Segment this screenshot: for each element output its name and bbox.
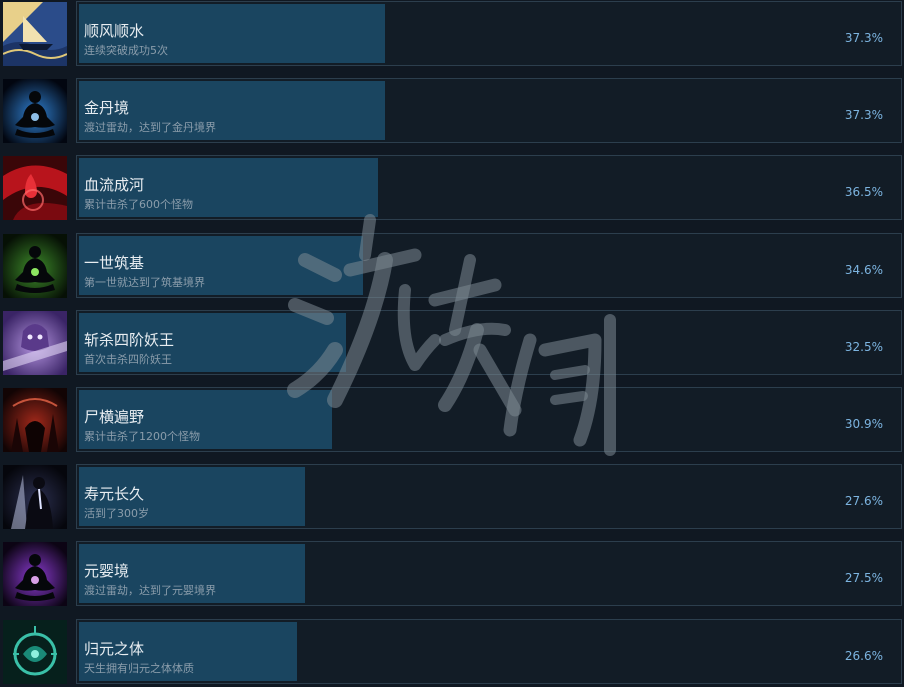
ship-waves-icon bbox=[3, 2, 67, 66]
achievement-row[interactable]: 寿元长久活到了300岁 27.6% bbox=[0, 463, 904, 531]
achievement-title: 寿元长久 bbox=[84, 485, 145, 503]
achievement-description: 首次击杀四阶妖王 bbox=[84, 353, 172, 366]
meditating-figure-green-aura-icon bbox=[3, 234, 67, 298]
achievement-description: 渡过雷劫，达到了元婴境界 bbox=[84, 584, 216, 597]
achievement-description: 第一世就达到了筑基境界 bbox=[84, 276, 205, 289]
achievement-title: 尸横遍野 bbox=[84, 408, 145, 426]
achievement-title: 归元之体 bbox=[84, 640, 145, 658]
unlock-percentage: 27.5% bbox=[844, 571, 883, 585]
achievement-title: 一世筑基 bbox=[84, 254, 145, 272]
blood-drop-icon bbox=[3, 156, 67, 220]
achievement-panel: 血流成河累计击杀了600个怪物 36.5% bbox=[76, 155, 902, 220]
achievement-title: 元婴境 bbox=[84, 562, 130, 580]
achievement-description: 活到了300岁 bbox=[84, 507, 149, 520]
unlock-percentage: 30.9% bbox=[844, 417, 883, 431]
achievement-panel: 斩杀四阶妖王首次击杀四阶妖王 32.5% bbox=[76, 310, 902, 375]
achievement-title: 顺风顺水 bbox=[84, 22, 145, 40]
achievement-row[interactable]: 尸横遍野累计击杀了1200个怪物 30.9% bbox=[0, 386, 904, 454]
achievement-description: 连续突破成功5次 bbox=[84, 44, 168, 57]
meditating-figure-purple-aura-icon bbox=[3, 542, 67, 606]
unlock-percentage: 27.6% bbox=[844, 494, 883, 508]
achievement-description: 渡过雷劫，达到了金丹境界 bbox=[84, 121, 216, 134]
unlock-percentage: 37.3% bbox=[844, 108, 883, 122]
corpses-field-icon bbox=[3, 388, 67, 452]
achievement-description: 累计击杀了600个怪物 bbox=[84, 198, 193, 211]
elder-sage-icon bbox=[3, 465, 67, 529]
achievement-panel: 寿元长久活到了300岁 27.6% bbox=[76, 464, 902, 529]
achievement-title: 斩杀四阶妖王 bbox=[84, 331, 175, 349]
achievement-panel: 顺风顺水连续突破成功5次 37.3% bbox=[76, 1, 902, 66]
unlock-percentage: 32.5% bbox=[844, 340, 883, 354]
jade-dragon-emblem-icon bbox=[3, 620, 67, 684]
achievement-row[interactable]: 元婴境渡过雷劫，达到了元婴境界 27.5% bbox=[0, 540, 904, 608]
unlock-percentage: 34.6% bbox=[844, 263, 883, 277]
unlock-percentage: 36.5% bbox=[844, 185, 883, 199]
unlock-percentage: 37.3% bbox=[844, 31, 883, 45]
demon-king-icon bbox=[3, 311, 67, 375]
achievement-description: 天生拥有归元之体体质 bbox=[84, 662, 194, 675]
meditating-figure-blue-aura-icon bbox=[3, 79, 67, 143]
achievement-panel: 归元之体天生拥有归元之体体质 26.6% bbox=[76, 619, 902, 684]
achievement-panel: 尸横遍野累计击杀了1200个怪物 30.9% bbox=[76, 387, 902, 452]
achievement-description: 累计击杀了1200个怪物 bbox=[84, 430, 200, 443]
achievement-row[interactable]: 金丹境渡过雷劫，达到了金丹境界 37.3% bbox=[0, 77, 904, 145]
achievement-title: 血流成河 bbox=[84, 176, 145, 194]
achievement-row[interactable]: 血流成河累计击杀了600个怪物 36.5% bbox=[0, 154, 904, 222]
achievement-row[interactable]: 一世筑基第一世就达到了筑基境界 34.6% bbox=[0, 232, 904, 300]
achievement-title: 金丹境 bbox=[84, 99, 130, 117]
achievement-row[interactable]: 顺风顺水连续突破成功5次 37.3% bbox=[0, 0, 904, 68]
unlock-percentage: 26.6% bbox=[844, 649, 883, 663]
achievement-panel: 金丹境渡过雷劫，达到了金丹境界 37.3% bbox=[76, 78, 902, 143]
achievement-list: 顺风顺水连续突破成功5次 37.3% 金丹境渡过雷劫，达到了金丹境界 37.3% 血… bbox=[0, 0, 904, 687]
achievement-panel: 元婴境渡过雷劫，达到了元婴境界 27.5% bbox=[76, 541, 902, 606]
achievement-row[interactable]: 归元之体天生拥有归元之体体质 26.6% bbox=[0, 618, 904, 686]
achievement-row[interactable]: 斩杀四阶妖王首次击杀四阶妖王 32.5% bbox=[0, 309, 904, 377]
achievement-panel: 一世筑基第一世就达到了筑基境界 34.6% bbox=[76, 233, 902, 298]
